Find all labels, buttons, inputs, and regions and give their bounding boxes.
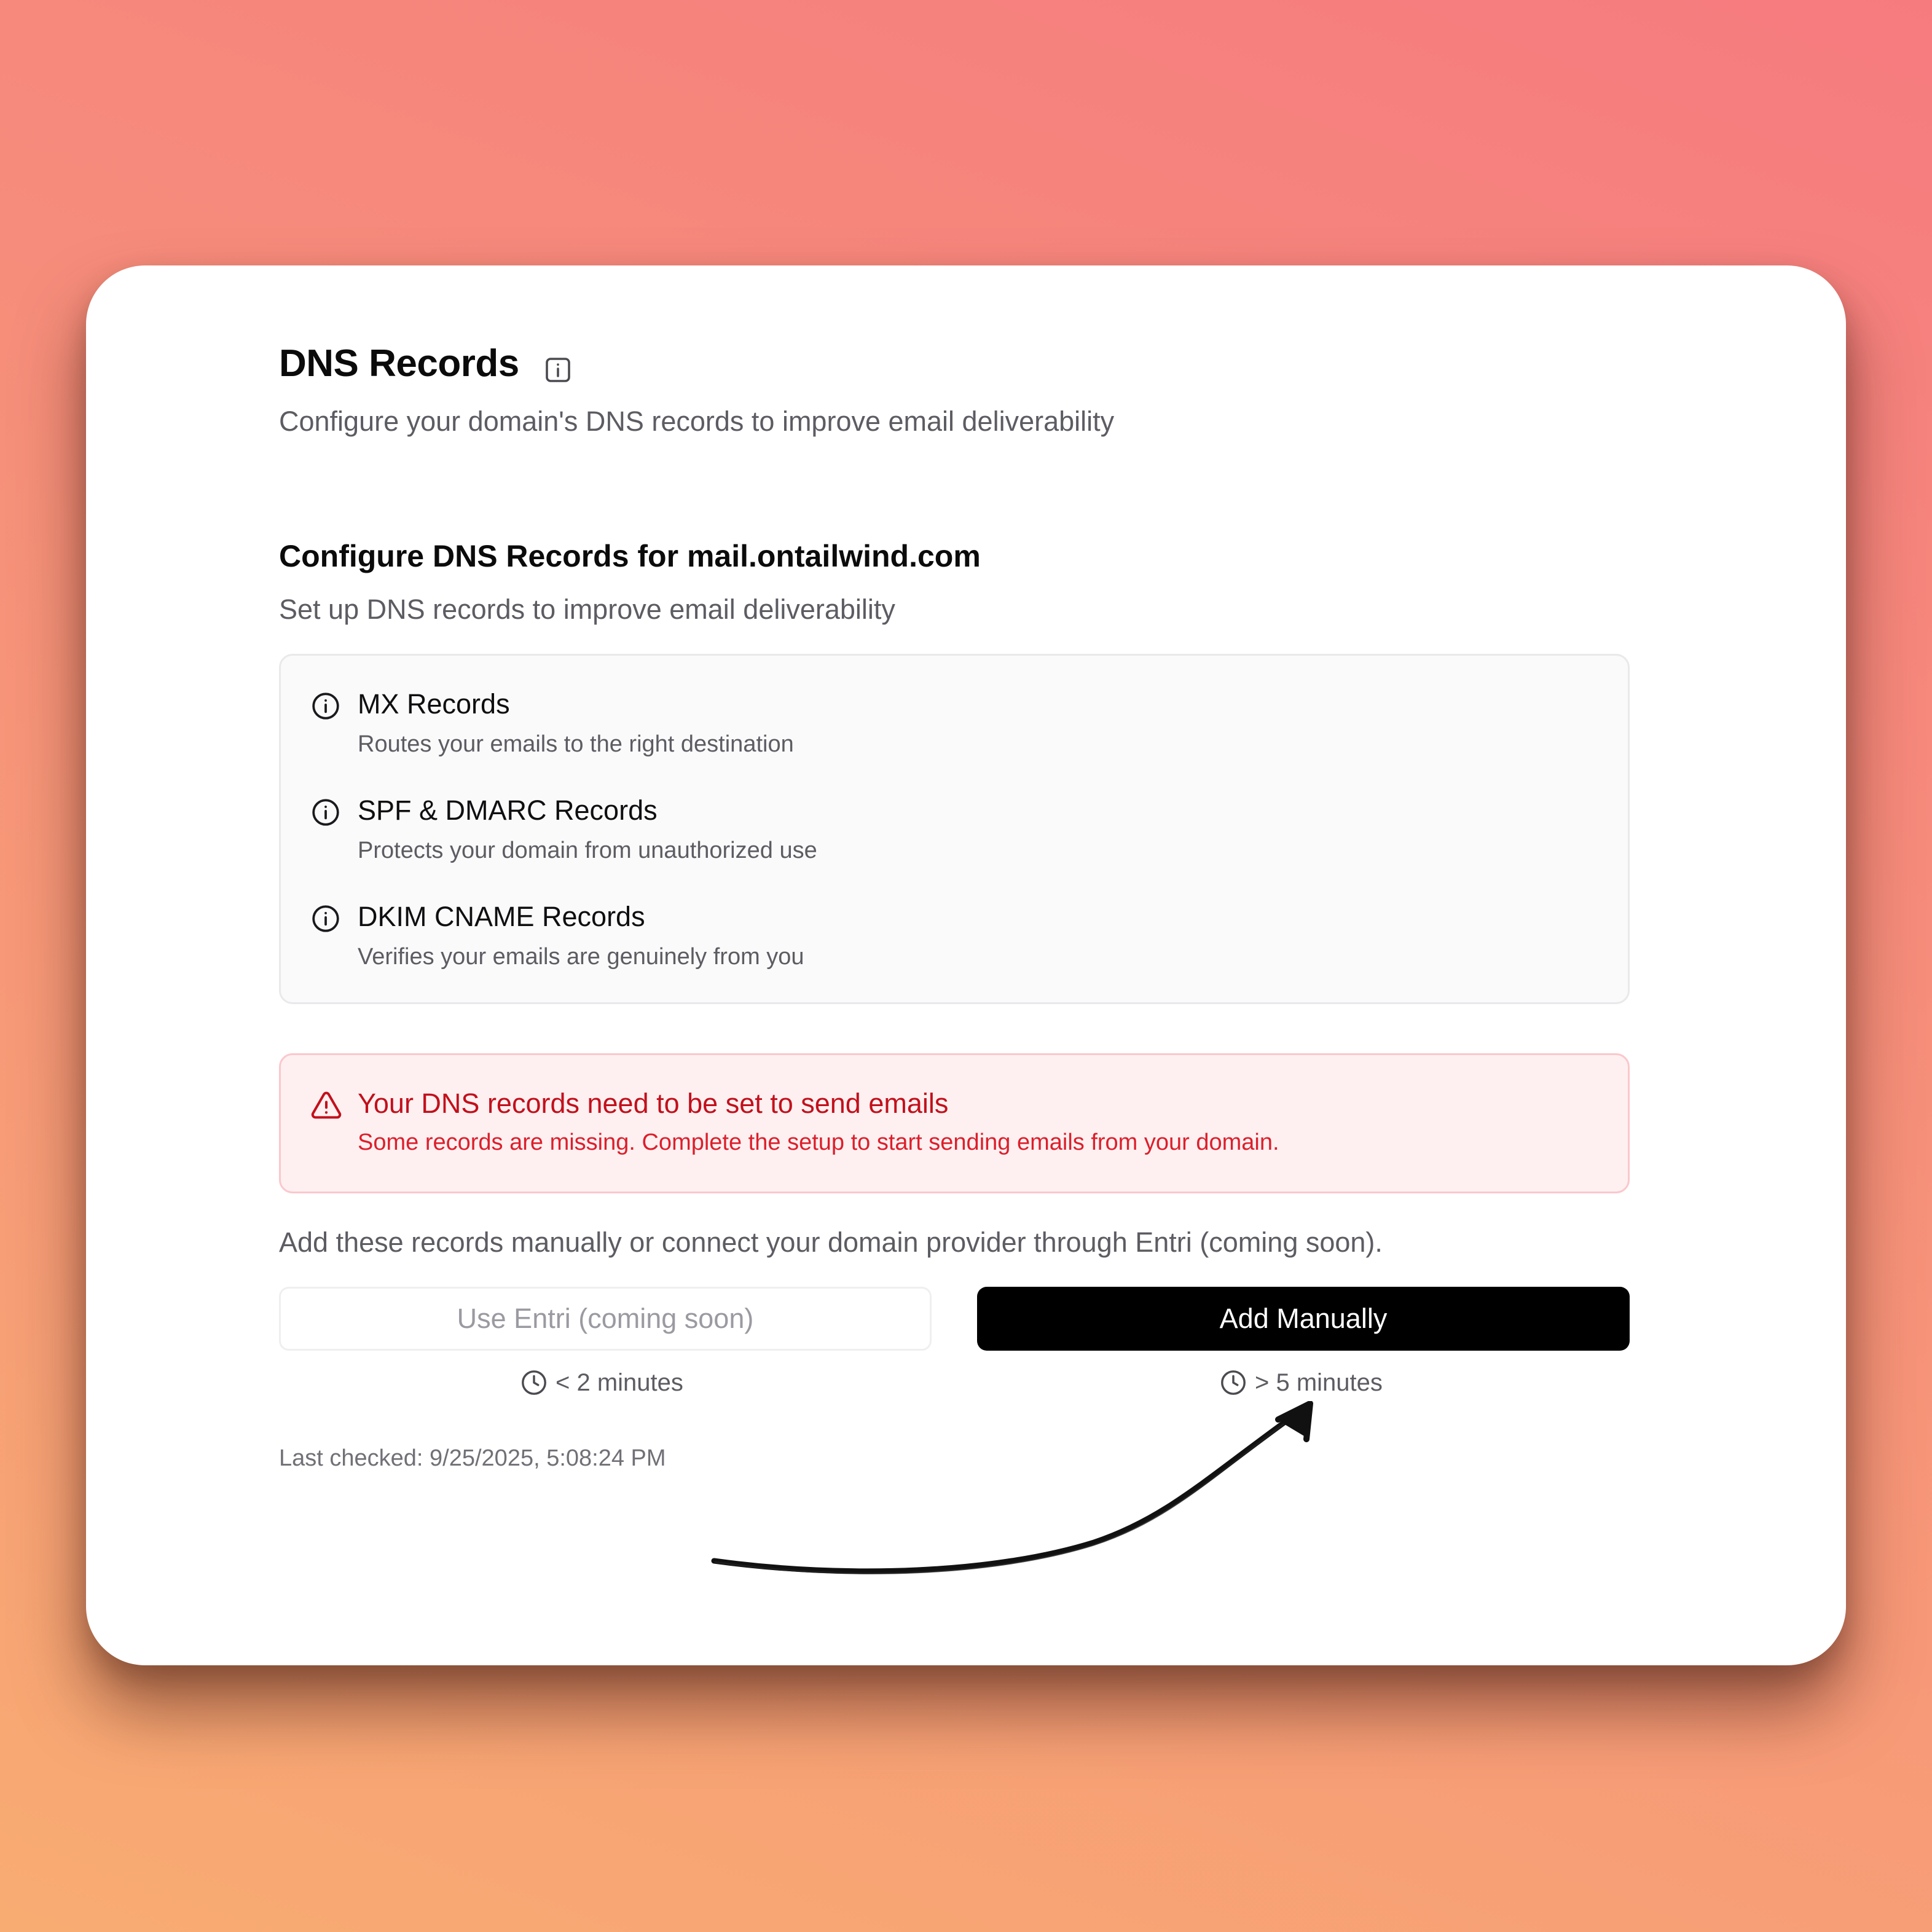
clock-icon: [522, 1370, 546, 1395]
record-description-spf-dmarc: Protects your domain from unauthorized u…: [358, 838, 817, 863]
section-title: Configure DNS Records for mail.ontailwin…: [279, 539, 981, 573]
page-subtitle: Configure your domain's DNS records to i…: [279, 406, 1115, 437]
entri-time-estimate: < 2 minutes: [520, 1365, 683, 1400]
record-title-dkim: DKIM CNAME Records: [358, 901, 645, 932]
info-circle-icon: [312, 693, 339, 720]
clock-icon: [1221, 1370, 1246, 1395]
manual-time-estimate: > 5 minutes: [1219, 1365, 1383, 1400]
alert-description: Some records are missing. Complete the s…: [358, 1129, 1279, 1155]
add-manually-button[interactable]: Add Manually: [977, 1287, 1630, 1351]
setup-instructions: Add these records manually or connect yo…: [279, 1227, 1383, 1258]
section-subtitle: Set up DNS records to improve email deli…: [279, 594, 895, 625]
record-description-mx: Routes your emails to the right destinat…: [358, 731, 794, 757]
hand-drawn-arrow: [711, 1401, 1313, 1574]
alert-title: Your DNS records need to be set to send …: [358, 1088, 949, 1119]
info-circle-icon: [312, 905, 339, 932]
page-title: DNS Records: [279, 342, 519, 385]
last-checked-timestamp: Last checked: 9/25/2025, 5:08:24 PM: [279, 1445, 666, 1471]
record-title-mx: MX Records: [358, 688, 510, 720]
dns-warning-alert: [279, 1053, 1630, 1193]
record-description-dkim: Verifies your emails are genuinely from …: [358, 944, 804, 970]
entri-time-label: < 2 minutes: [556, 1368, 683, 1396]
record-title-spf-dmarc: SPF & DMARC Records: [358, 795, 658, 826]
info-circle-icon: [312, 799, 339, 826]
manual-time-label: > 5 minutes: [1255, 1368, 1383, 1396]
info-square-icon[interactable]: [543, 355, 573, 385]
warning-triangle-icon: [311, 1091, 342, 1119]
use-entri-button[interactable]: Use Entri (coming soon): [279, 1287, 932, 1351]
